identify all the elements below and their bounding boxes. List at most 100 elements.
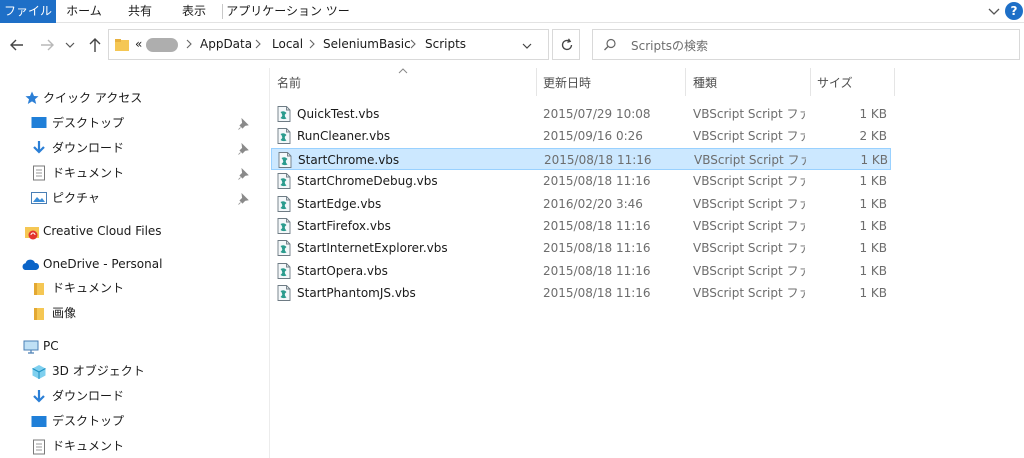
file-name: RunCleaner.vbs — [297, 129, 391, 144]
desktop-icon — [31, 117, 47, 128]
tab-share[interactable]: 共有 — [112, 0, 168, 23]
file-type: VBScript Script ファ... — [693, 219, 805, 233]
file-name: StartPhantomJS.vbs — [297, 286, 416, 301]
breadcrumb-seleniumbasic[interactable]: SeleniumBasic — [323, 37, 411, 51]
column-divider[interactable] — [685, 68, 686, 96]
pictures-icon — [31, 192, 47, 204]
file-date: 2015/08/18 11:16 — [543, 174, 651, 189]
file-date: 2015/08/18 11:16 — [543, 286, 651, 301]
vbscript-file-icon — [278, 151, 292, 168]
file-type: VBScript Script ファ... — [693, 129, 805, 144]
file-name: StartEdge.vbs — [297, 196, 382, 211]
file-date: 2015/08/18 11:16 — [543, 263, 651, 278]
refresh-button[interactable] — [552, 29, 580, 60]
breadcrumb-scripts[interactable]: Scripts — [425, 37, 466, 51]
column-header-date[interactable]: 更新日時 — [543, 69, 591, 97]
download-arrow-icon — [33, 141, 45, 154]
vbscript-file-icon — [277, 262, 291, 279]
recent-locations-chevron-icon[interactable] — [64, 36, 76, 54]
pin-icon[interactable] — [238, 118, 250, 130]
pin-icon[interactable] — [238, 143, 250, 155]
file-size: 1 KB — [859, 107, 887, 121]
back-arrow-icon[interactable] — [8, 36, 26, 54]
column-header-name[interactable]: 名前 — [277, 69, 301, 97]
file-row[interactable]: QuickTest.vbs 2015/07/29 10:08 VBScript Sc… — [271, 103, 891, 125]
nav-pc-documents[interactable]: ドキュメント — [52, 435, 124, 457]
nav-pc-downloads[interactable]: ダウンロード — [52, 385, 124, 407]
file-row[interactable]: RunCleaner.vbs 2015/09/16 0:26 VBScript Sc… — [271, 125, 891, 147]
file-date: 2016/02/20 3:46 — [543, 196, 643, 211]
pin-icon[interactable] — [238, 168, 250, 180]
file-size: 1 KB — [859, 174, 887, 189]
column-header-size[interactable]: サイズ — [817, 69, 853, 97]
vbscript-file-icon — [277, 218, 291, 234]
navigation-pane: クイック アクセス デスクトップ ダウンロード ドキュメント ピクチャ Crea… — [0, 68, 270, 458]
file-type: VBScript Script ファ... — [693, 107, 805, 121]
search-input[interactable]: Scriptsの検索 — [631, 37, 708, 54]
pin-icon[interactable] — [238, 193, 250, 205]
nav-pc[interactable]: PC — [43, 335, 59, 357]
nav-onedrive-pictures[interactable]: 画像 — [52, 302, 76, 324]
column-divider[interactable] — [894, 68, 895, 96]
expand-ribbon-icon[interactable] — [986, 3, 1002, 19]
file-row[interactable]: StartChromeDebug.vbs 2015/08/18 11:16 VBSc… — [271, 170, 891, 192]
vbscript-file-icon — [277, 106, 291, 122]
nav-quick-desktop[interactable]: デスクトップ — [52, 112, 124, 134]
file-name: StartInternetExplorer.vbs — [297, 241, 448, 256]
breadcrumb-local[interactable]: Local — [272, 37, 303, 51]
file-size: 1 KB — [859, 241, 887, 256]
file-date: 2015/08/18 11:16 — [543, 241, 651, 256]
file-type: VBScript Script ファ... — [693, 241, 805, 256]
breadcrumb-overflow[interactable]: « — [135, 37, 142, 51]
file-size: 2 KB — [859, 129, 887, 144]
breadcrumb-separator-icon[interactable] — [254, 38, 262, 50]
tab-application-tools[interactable]: アプリケーション ツール — [226, 0, 350, 40]
star-icon — [25, 91, 39, 104]
onedrive-cloud-icon — [22, 259, 40, 270]
file-row[interactable]: StartPhantomJS.vbs 2015/08/18 11:16 VBScri… — [271, 282, 891, 304]
document-icon — [33, 439, 45, 455]
pc-monitor-icon — [23, 340, 39, 354]
refresh-icon — [561, 38, 573, 51]
creative-cloud-folder-icon — [25, 227, 39, 240]
column-divider[interactable] — [810, 68, 811, 96]
up-arrow-icon[interactable] — [86, 36, 104, 54]
breadcrumb-appdata[interactable]: AppData — [200, 37, 252, 51]
nav-quick-pictures[interactable]: ピクチャ — [52, 187, 100, 209]
breadcrumb-separator-icon[interactable] — [308, 38, 316, 50]
column-header-type[interactable]: 種類 — [693, 69, 717, 97]
tab-file[interactable]: ファイル — [0, 0, 56, 23]
file-name: StartOpera.vbs — [297, 263, 388, 278]
file-name: StartChrome.vbs — [298, 152, 400, 167]
folder-icon — [34, 283, 44, 295]
file-row[interactable]: StartFirefox.vbs 2015/08/18 11:16 VBScript… — [271, 215, 891, 237]
file-type: VBScript Script ファ... — [693, 263, 805, 278]
column-divider[interactable] — [536, 68, 537, 96]
breadcrumb-separator-icon[interactable] — [409, 38, 417, 50]
nav-quick-documents[interactable]: ドキュメント — [52, 162, 124, 184]
file-date: 2015/08/18 11:16 — [543, 219, 651, 233]
address-history-chevron-icon[interactable] — [521, 40, 533, 52]
nav-creative-cloud[interactable]: Creative Cloud Files — [43, 220, 162, 242]
breadcrumb-separator-icon[interactable] — [185, 38, 193, 50]
address-bar[interactable]: « AppData Local SeleniumBasic Scripts — [108, 29, 549, 60]
file-row[interactable]: StartChrome.vbs 2015/08/18 11:16 VBScript … — [271, 147, 891, 170]
nav-onedrive[interactable]: OneDrive - Personal — [43, 253, 162, 275]
file-size: 1 KB — [859, 219, 887, 233]
help-icon[interactable]: ? — [1005, 2, 1023, 20]
tab-home[interactable]: ホーム — [56, 0, 112, 23]
forward-arrow-icon[interactable] — [38, 36, 56, 54]
tab-view[interactable]: 表示 — [168, 0, 220, 23]
file-date: 2015/08/18 11:16 — [544, 152, 652, 167]
file-row[interactable]: StartEdge.vbs 2016/02/20 3:46 VBScript Scr… — [271, 193, 891, 215]
nav-quick-access[interactable]: クイック アクセス — [43, 87, 142, 109]
nav-pc-desktop[interactable]: デスクトップ — [52, 410, 124, 432]
nav-onedrive-documents[interactable]: ドキュメント — [52, 277, 124, 299]
nav-pc-3d-objects[interactable]: 3D オブジェクト — [52, 360, 145, 382]
search-box[interactable]: Scriptsの検索 — [592, 29, 1020, 60]
file-row[interactable]: StartInternetExplorer.vbs 2015/08/18 11:1… — [271, 237, 891, 259]
file-date: 2015/09/16 0:26 — [543, 129, 643, 144]
nav-quick-downloads[interactable]: ダウンロード — [52, 137, 124, 159]
file-row[interactable]: StartOpera.vbs 2015/08/18 11:16 VBScript S… — [271, 260, 891, 282]
file-name: StartChromeDebug.vbs — [297, 174, 438, 189]
